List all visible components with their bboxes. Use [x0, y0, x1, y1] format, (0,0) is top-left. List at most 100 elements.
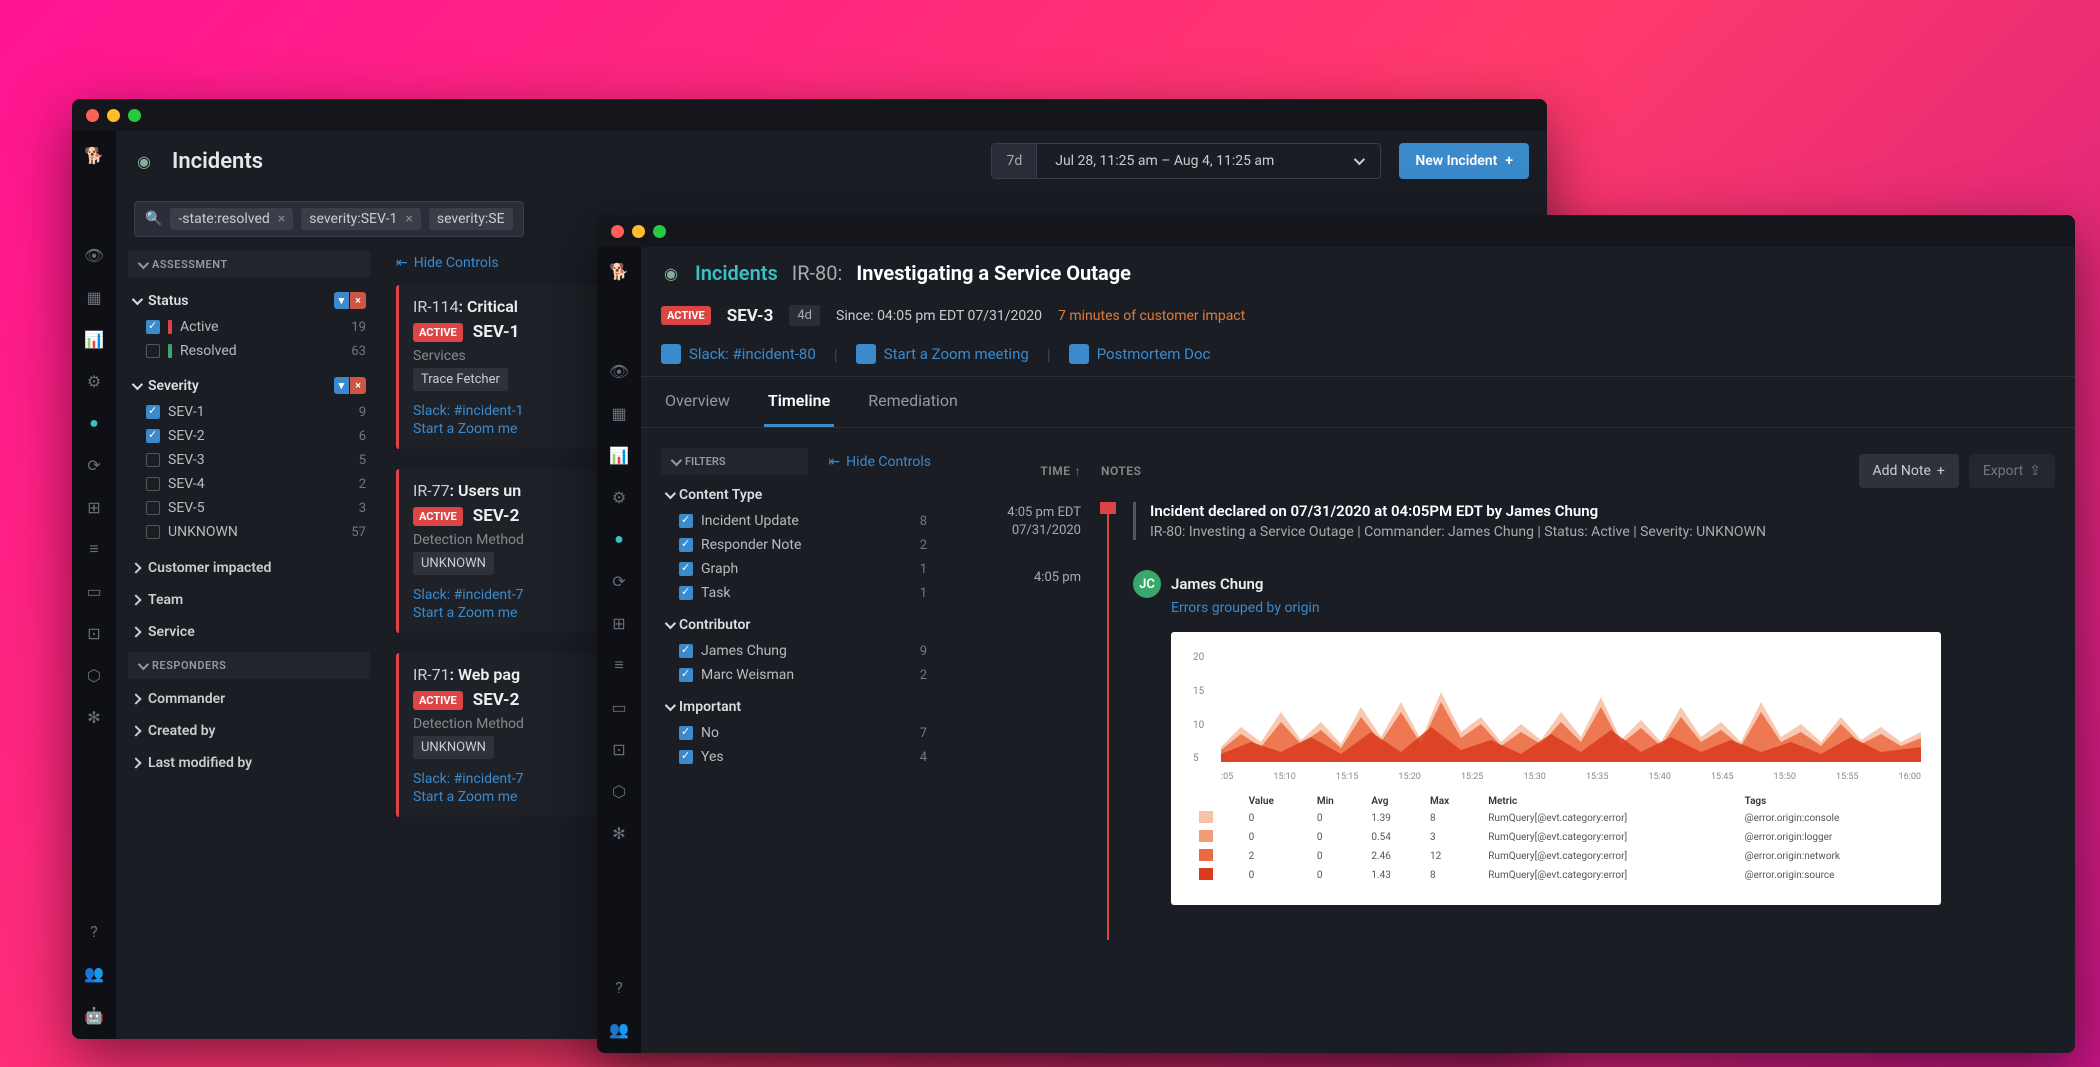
checkbox[interactable] — [146, 429, 160, 443]
facet-row[interactable]: SEV-19 — [128, 400, 370, 424]
perf-icon[interactable]: ⟳ — [82, 453, 106, 477]
facet-collapsed[interactable]: Created by — [128, 715, 370, 747]
facet-collapsed[interactable]: Commander — [128, 683, 370, 715]
perf-icon[interactable]: ⟳ — [607, 569, 631, 593]
facet-header-status[interactable]: Status▾× — [128, 286, 370, 315]
bot-icon[interactable]: 🤖 — [82, 1003, 106, 1027]
gear-icon[interactable]: ✻ — [607, 821, 631, 845]
checkbox[interactable] — [679, 644, 693, 658]
search-token[interactable]: -state:resolved× — [170, 208, 293, 230]
facet-row[interactable]: SEV-35 — [128, 448, 370, 472]
search-token[interactable]: severity:SEV-1× — [301, 208, 421, 230]
time-header[interactable]: TIME ↑ — [951, 464, 1081, 478]
facet-row[interactable]: SEV-42 — [128, 472, 370, 496]
checkbox[interactable] — [146, 344, 160, 358]
filter-icon[interactable]: ▾ — [334, 292, 350, 309]
shield-icon[interactable]: ⬡ — [607, 779, 631, 803]
scan-icon[interactable]: ⊡ — [82, 621, 106, 645]
postmortem-link[interactable]: Postmortem Doc — [1069, 344, 1211, 364]
help-icon[interactable]: ? — [82, 919, 106, 943]
filters-header[interactable]: FILTERS — [661, 448, 808, 475]
slack-link[interactable]: Slack: #incident-80 — [661, 344, 816, 364]
errors-link[interactable]: Errors grouped by origin — [1171, 600, 2055, 616]
export-button[interactable]: Export⇪ — [1969, 454, 2055, 488]
help-icon[interactable]: ? — [607, 975, 631, 999]
close-icon[interactable]: × — [350, 377, 366, 394]
dashboard-icon[interactable]: ▦ — [82, 285, 106, 309]
facet-row[interactable]: SEV-53 — [128, 496, 370, 520]
zoom-link[interactable]: Start a Zoom meeting — [856, 344, 1029, 364]
close-dot[interactable] — [86, 109, 99, 122]
close-dot[interactable] — [611, 225, 624, 238]
responders-header[interactable]: RESPONDERS — [128, 652, 370, 679]
maximize-dot[interactable] — [653, 225, 666, 238]
book-icon[interactable]: ▭ — [607, 695, 631, 719]
filter-row[interactable]: Yes4 — [661, 745, 931, 769]
facet-collapsed[interactable]: Last modified by — [128, 747, 370, 779]
alert-icon[interactable]: ● — [607, 527, 631, 551]
puzzle-icon[interactable]: ⊞ — [82, 495, 106, 519]
list-icon[interactable]: ≡ — [82, 537, 106, 561]
service-chip[interactable]: UNKNOWN — [413, 552, 494, 575]
filter-group-content-type[interactable]: Content Type — [661, 475, 931, 509]
filter-row[interactable]: No7 — [661, 721, 931, 745]
puzzle-icon[interactable]: ⊞ — [607, 611, 631, 635]
filter-row[interactable]: Incident Update8 — [661, 509, 931, 533]
checkbox[interactable] — [146, 320, 160, 334]
shield-icon[interactable]: ⬡ — [82, 663, 106, 687]
filter-row[interactable]: Task1 — [661, 581, 931, 605]
binoculars-icon[interactable]: 👁 — [82, 243, 106, 267]
close-icon[interactable]: × — [350, 292, 366, 309]
scan-icon[interactable]: ⊡ — [607, 737, 631, 761]
search-token[interactable]: severity:SE — [429, 208, 513, 230]
users-icon[interactable]: 👥 — [607, 1017, 631, 1041]
book-icon[interactable]: ▭ — [82, 579, 106, 603]
tab-remediation[interactable]: Remediation — [864, 377, 962, 427]
binoculars-icon[interactable]: 👁 — [607, 359, 631, 383]
checkbox[interactable] — [679, 538, 693, 552]
maximize-dot[interactable] — [128, 109, 141, 122]
filter-row[interactable]: Marc Weisman2 — [661, 663, 931, 687]
service-chip[interactable]: UNKNOWN — [413, 736, 494, 759]
dashboard-icon[interactable]: ▦ — [607, 401, 631, 425]
gear-icon[interactable]: ✻ — [82, 705, 106, 729]
close-icon[interactable]: × — [278, 211, 285, 227]
alert-icon[interactable]: ● — [82, 411, 106, 435]
checkbox[interactable] — [679, 750, 693, 764]
checkbox[interactable] — [679, 562, 693, 576]
time-range[interactable]: Jul 28, 11:25 am – Aug 4, 11:25 am — [1037, 153, 1380, 169]
checkbox[interactable] — [146, 477, 160, 491]
filter-row[interactable]: Graph1 — [661, 557, 931, 581]
checkbox[interactable] — [679, 726, 693, 740]
minimize-dot[interactable] — [632, 225, 645, 238]
time-selector[interactable]: 7d Jul 28, 11:25 am – Aug 4, 11:25 am — [991, 143, 1381, 179]
search-box[interactable]: 🔍 -state:resolved× severity:SEV-1× sever… — [134, 201, 524, 237]
close-icon[interactable]: × — [405, 211, 412, 227]
checkbox[interactable] — [679, 514, 693, 528]
facet-row[interactable]: Active19 — [128, 315, 370, 339]
checkbox[interactable] — [146, 453, 160, 467]
facet-row[interactable]: Resolved63 — [128, 339, 370, 363]
time-preset[interactable]: 7d — [992, 144, 1037, 178]
facet-collapsed[interactable]: Team — [128, 584, 370, 616]
checkbox[interactable] — [146, 525, 160, 539]
infra-icon[interactable]: ⚙ — [82, 369, 106, 393]
filter-icon[interactable]: ▾ — [334, 377, 350, 394]
chart-icon[interactable]: 📊 — [607, 443, 631, 467]
checkbox[interactable] — [146, 501, 160, 515]
checkbox[interactable] — [679, 668, 693, 682]
list-icon[interactable]: ≡ — [607, 653, 631, 677]
facet-collapsed[interactable]: Service — [128, 616, 370, 648]
service-chip[interactable]: Trace Fetcher — [413, 368, 508, 391]
add-note-button[interactable]: Add Note+ — [1859, 454, 1959, 488]
facet-header-severity[interactable]: Severity▾× — [128, 371, 370, 400]
users-icon[interactable]: 👥 — [82, 961, 106, 985]
checkbox[interactable] — [146, 405, 160, 419]
facet-row[interactable]: SEV-26 — [128, 424, 370, 448]
incidents-link[interactable]: Incidents — [695, 261, 778, 285]
assessment-header[interactable]: ASSESSMENT — [128, 251, 370, 278]
infra-icon[interactable]: ⚙ — [607, 485, 631, 509]
checkbox[interactable] — [679, 586, 693, 600]
chart-icon[interactable]: 📊 — [82, 327, 106, 351]
filter-row[interactable]: Responder Note2 — [661, 533, 931, 557]
